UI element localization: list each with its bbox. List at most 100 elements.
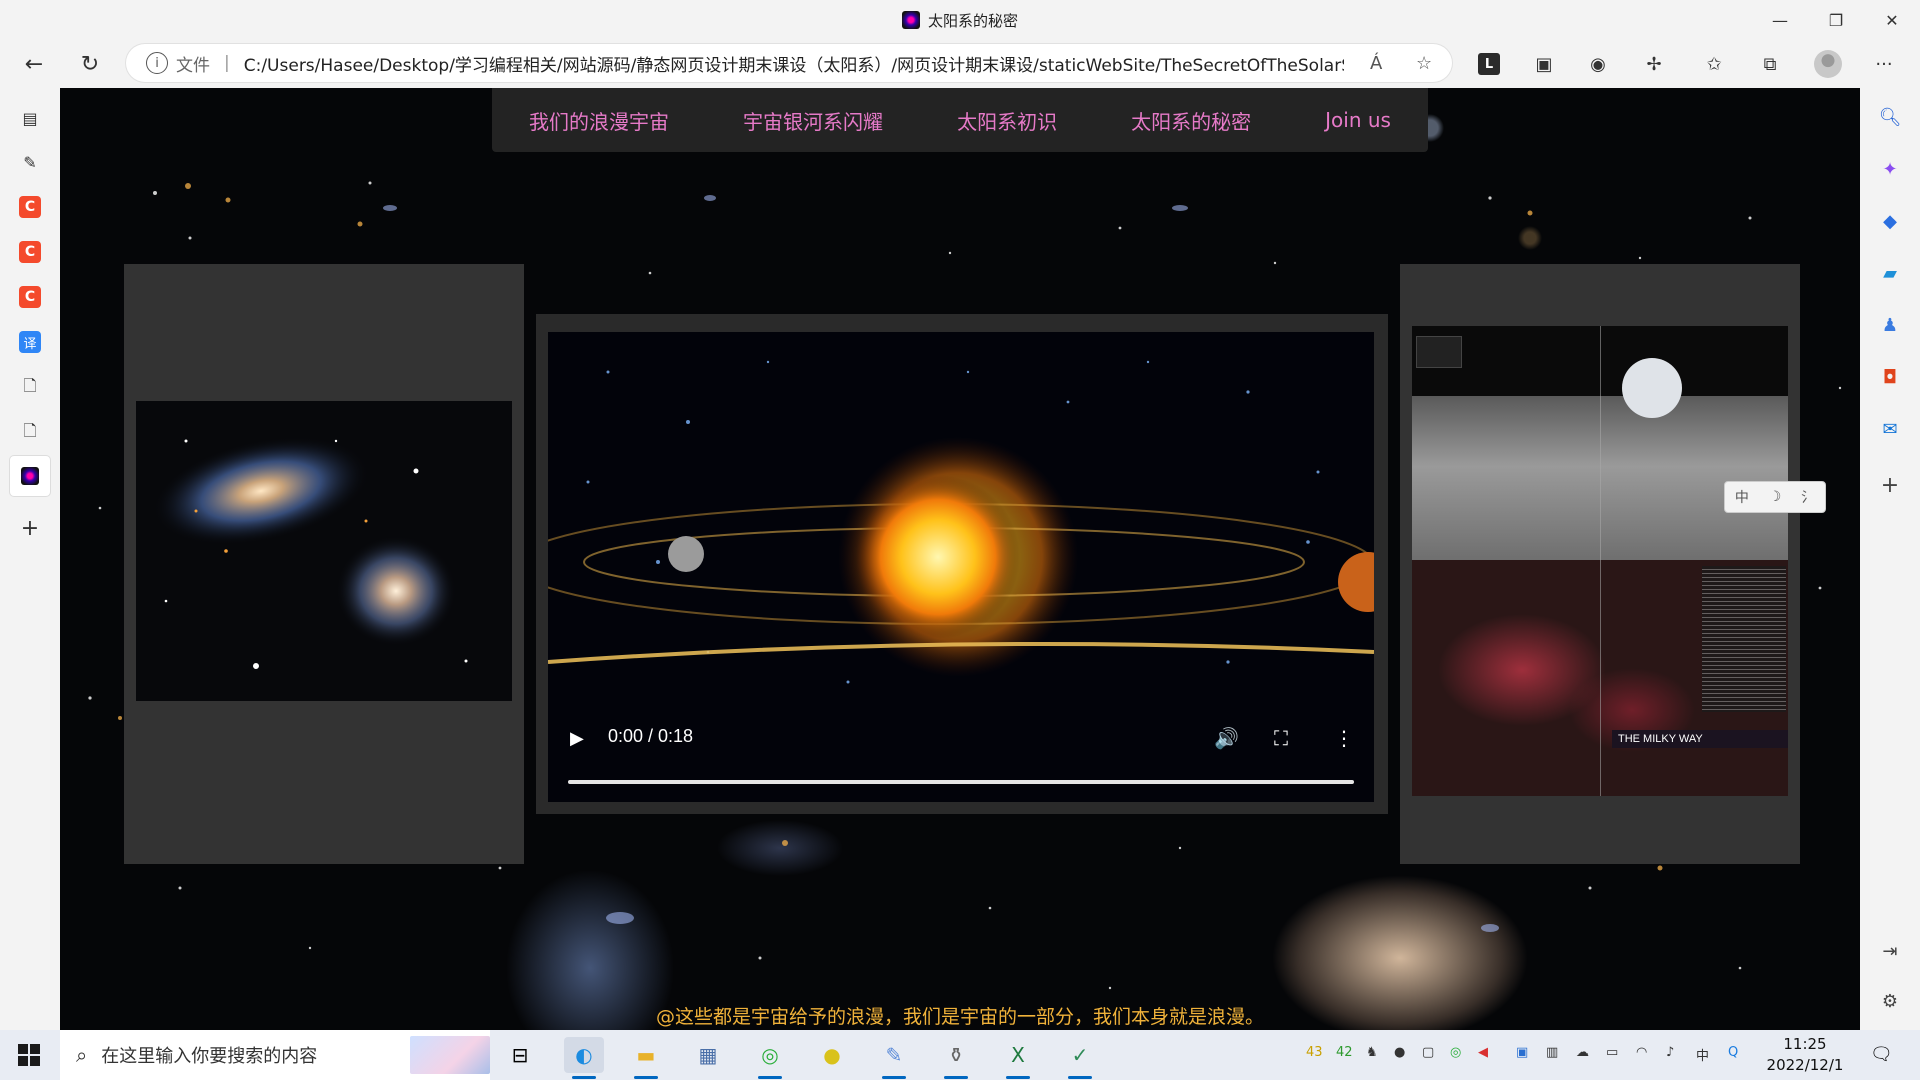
ime-language-toggle[interactable]: 中 xyxy=(1735,487,1749,507)
fullscreen-icon[interactable]: ⛶ xyxy=(1274,726,1288,750)
profile-avatar[interactable] xyxy=(1814,50,1842,78)
ime-punct-icon[interactable]: ⺡ xyxy=(1801,487,1815,507)
wechat-icon[interactable]: ◎ xyxy=(750,1037,790,1079)
collections-icon[interactable]: ⧉ xyxy=(1754,48,1786,80)
web-viewport: 我们的浪漫宇宙 宇宙银河系闪耀 太阳系初识 太阳系的秘密 Join us ▶ 0… xyxy=(60,88,1860,1030)
text-card-thumbnail xyxy=(1416,336,1462,368)
notification-icon[interactable]: 🗨︎ xyxy=(1870,1044,1893,1065)
new-tab-icon[interactable]: + xyxy=(16,514,44,542)
title-bar: 太阳系的秘密 — ❐ ✕ xyxy=(0,0,1920,40)
translate-app-icon[interactable]: 译 xyxy=(19,331,41,353)
video-time: 0:00 / 0:18 xyxy=(608,726,694,746)
tray-alert-icon[interactable]: ◀ xyxy=(1478,1045,1488,1060)
nav-link-galaxy[interactable]: 宇宙银河系闪耀 xyxy=(733,106,893,135)
add-sidebar-app-icon[interactable]: + xyxy=(1877,472,1903,498)
photos-app-icon[interactable]: ▦ xyxy=(688,1037,728,1073)
milky-way-label: THE MILKY WAY xyxy=(1612,730,1788,748)
copilot-sparkle-icon[interactable]: ✦ xyxy=(1877,156,1903,182)
music-app-icon[interactable]: ● xyxy=(812,1037,852,1073)
clock-time: 11:25 xyxy=(1783,1035,1827,1053)
tray-app-icon[interactable]: ♞ xyxy=(1366,1045,1378,1060)
pen-icon[interactable]: ✎ xyxy=(16,148,44,176)
start-button[interactable] xyxy=(18,1044,40,1066)
solar-system-video[interactable]: ▶ 0:00 / 0:18 🔊 ⛶ ⋮ xyxy=(548,332,1374,802)
extension-tab-icon[interactable]: ▣ xyxy=(1528,48,1560,80)
nav-link-solar-secret[interactable]: 太阳系的秘密 xyxy=(1121,106,1261,135)
milky-way-image: THE MILKY WAY xyxy=(1412,326,1788,796)
document-icon[interactable]: 🗋 xyxy=(16,374,44,402)
app-c-icon[interactable]: C xyxy=(19,196,41,218)
search-icon[interactable]: 🔍︎ xyxy=(1877,104,1903,130)
site-navigation: 我们的浪漫宇宙 宇宙银河系闪耀 太阳系初识 太阳系的秘密 Join us xyxy=(492,88,1428,152)
browser-toolbar: ← ↻ i 文件 | C:/Users/Hasee/Desktop/学习编程相关… xyxy=(0,40,1920,88)
shopping-tag-icon[interactable]: ◆ xyxy=(1877,208,1903,234)
notepad-app-icon[interactable]: ✓ xyxy=(1060,1037,1100,1079)
address-separator: | xyxy=(224,53,230,73)
favorite-add-icon[interactable]: ☆ xyxy=(1416,53,1432,74)
video-progress-bar[interactable] xyxy=(568,780,1354,784)
right-image-panel: THE MILKY WAY xyxy=(1400,264,1800,864)
page-caption: @这些都是宇宙给予的浪漫，我们是宇宙的一部分，我们本身就是浪漫。 xyxy=(655,1006,1264,1028)
tray-network-icon[interactable]: ☁ xyxy=(1576,1045,1589,1060)
left-image-panel xyxy=(124,264,524,864)
tab-actions-icon[interactable]: ▤ xyxy=(16,104,44,132)
address-bar[interactable]: i 文件 | C:/Users/Hasee/Desktop/学习编程相关/网站源… xyxy=(126,44,1452,82)
excel-icon[interactable]: X xyxy=(998,1037,1038,1079)
app-c-icon[interactable]: C xyxy=(19,241,41,263)
tray-music-icon[interactable]: ● xyxy=(1394,1045,1405,1060)
nav-link-romantic-universe[interactable]: 我们的浪漫宇宙 xyxy=(519,106,679,135)
favorites-icon[interactable]: ✩ xyxy=(1698,48,1730,80)
tray-monitor-icon[interactable]: ▣ xyxy=(1516,1045,1528,1060)
outlook-icon[interactable]: ✉ xyxy=(1877,416,1903,442)
restore-button[interactable]: ❐ xyxy=(1808,0,1864,40)
protocol-label: 文件 xyxy=(176,55,210,76)
nav-link-join-us[interactable]: Join us xyxy=(1315,108,1401,132)
video-panel: ▶ 0:00 / 0:18 🔊 ⛶ ⋮ xyxy=(536,314,1388,814)
taskbar-search[interactable]: ⌕ 在这里输入你要搜索的内容 xyxy=(60,1030,490,1080)
nav-link-solar-intro[interactable]: 太阳系初识 xyxy=(947,106,1067,135)
task-view-icon[interactable]: ⊟ xyxy=(500,1037,540,1073)
extensions-puzzle-icon[interactable]: ✢ xyxy=(1638,48,1670,80)
hide-sidebar-icon[interactable]: ⇥ xyxy=(1877,938,1903,964)
tray-battery-icon[interactable]: ▭ xyxy=(1606,1045,1618,1060)
edge-browser-icon[interactable]: ◐ xyxy=(564,1037,604,1079)
wifi-icon[interactable]: ◠ xyxy=(1636,1045,1647,1060)
document-icon[interactable]: 🗋 xyxy=(16,419,44,447)
tray-app2-icon[interactable]: ▥ xyxy=(1546,1045,1558,1060)
read-aloud-icon[interactable]: Á xyxy=(1370,53,1382,74)
taskbar-clock[interactable]: 11:25 2022/12/1 xyxy=(1760,1034,1850,1076)
paint-app-icon[interactable]: ✎ xyxy=(874,1037,914,1079)
search-icon: ⌕ xyxy=(76,1043,88,1067)
galaxy-illustration xyxy=(152,437,468,669)
minimize-button[interactable]: — xyxy=(1752,0,1808,40)
url-text[interactable]: C:/Users/Hasee/Desktop/学习编程相关/网站源码/静态网页设… xyxy=(244,51,1344,76)
info-icon[interactable]: i xyxy=(146,52,168,74)
tray-wechat-icon[interactable]: ◎ xyxy=(1450,1045,1461,1060)
tools-briefcase-icon[interactable]: ▰ xyxy=(1877,260,1903,286)
more-options-icon[interactable]: ⋮ xyxy=(1334,726,1354,750)
games-icon[interactable]: ♟ xyxy=(1877,312,1903,338)
volume-icon[interactable]: 🔊 xyxy=(1214,726,1239,750)
ime-float-toolbar[interactable]: 中 ☽ ⺡ xyxy=(1724,481,1826,513)
tray-number-gpu: 42 xyxy=(1336,1045,1353,1060)
refresh-button[interactable]: ↻ xyxy=(72,48,108,80)
settings-menu-icon[interactable]: ··· xyxy=(1868,48,1900,80)
volume-tray-icon[interactable]: ♪ xyxy=(1666,1045,1674,1060)
play-icon[interactable]: ▶ xyxy=(570,728,590,749)
app-c-icon[interactable]: C xyxy=(19,286,41,308)
windows-taskbar: ⌕ 在这里输入你要搜索的内容 ⊟ ◐ ▬ ▦ ◎ ● ✎ ⚱ X ✓ 43 42… xyxy=(0,1030,1920,1080)
tray-window-icon[interactable]: ▢ xyxy=(1422,1045,1434,1060)
sidebar-settings-icon[interactable]: ⚙ xyxy=(1877,988,1903,1014)
tray-q-icon[interactable]: Q xyxy=(1728,1045,1738,1060)
extension-l-icon[interactable]: L xyxy=(1478,53,1500,75)
office-icon[interactable]: ◘ xyxy=(1877,364,1903,390)
ime-indicator[interactable]: 中 xyxy=(1696,1045,1709,1064)
jar-app-icon[interactable]: ⚱ xyxy=(936,1037,976,1079)
close-button[interactable]: ✕ xyxy=(1864,0,1920,40)
active-tab-icon[interactable] xyxy=(10,456,50,496)
extension-shield-icon[interactable]: ◉ xyxy=(1582,48,1614,80)
ime-moon-icon[interactable]: ☽ xyxy=(1769,489,1782,505)
page-fold-divider xyxy=(1600,326,1601,796)
file-explorer-icon[interactable]: ▬ xyxy=(626,1037,666,1079)
back-button[interactable]: ← xyxy=(16,48,52,80)
